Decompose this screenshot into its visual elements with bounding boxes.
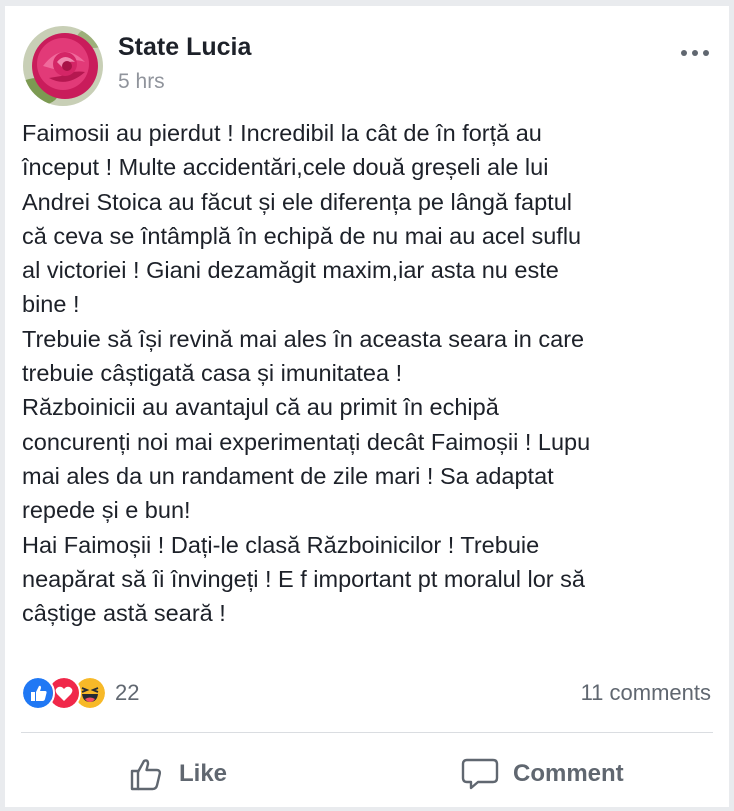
post-text-line: mai ales da un randament de zile mari ! … <box>22 462 554 489</box>
comment-icon <box>461 758 499 790</box>
dot <box>703 50 709 56</box>
post-text: Faimosii au pierdut ! Incredibil la cât … <box>22 116 722 630</box>
like-button[interactable]: Like <box>129 746 227 802</box>
post-text-line: al victoriei ! Giani dezamăgit maxim,iar… <box>22 257 559 284</box>
dot <box>692 50 698 56</box>
post-text-line: Faimosii au pierdut ! Incredibil la cât … <box>22 120 542 146</box>
comment-button-label: Comment <box>513 760 624 787</box>
post-text-line: repede și e bun! <box>22 497 191 524</box>
divider <box>21 732 713 733</box>
like-icon <box>21 676 55 710</box>
post-text-line: câștige astă seară ! <box>22 600 226 627</box>
post-text-line: concurenți noi mai experimentați decât F… <box>22 428 591 455</box>
reactions-summary[interactable]: 22 <box>21 676 139 710</box>
post-card: State Lucia 5 hrs Faimosii au pierdut ! … <box>5 6 729 807</box>
post-timestamp[interactable]: 5 hrs <box>118 70 165 94</box>
more-options-icon[interactable] <box>681 46 715 60</box>
rose-avatar-image <box>23 26 103 106</box>
reaction-count: 22 <box>115 680 140 705</box>
post-text-line: trebuie câștigată casa și imunitatea ! <box>22 360 403 387</box>
thumbs-up-icon <box>130 759 162 791</box>
post-text-line: bine ! <box>22 291 80 318</box>
post-text-line: neapărat să îi învingeți ! E f important… <box>22 565 585 592</box>
post-text-line: început ! Multe accidentări,cele două gr… <box>22 154 549 181</box>
post-text-line: Andrei Stoica au făcut și ele diferența … <box>22 188 573 215</box>
comments-count-link[interactable]: 11 comments <box>581 680 711 706</box>
like-button-label: Like <box>179 760 228 787</box>
comment-button[interactable]: Comment <box>461 746 624 802</box>
post-text-line: Hai Faimoșii ! Dați-le clasă Războinicil… <box>22 531 540 558</box>
avatar[interactable] <box>23 26 103 106</box>
post-text-line: Războinicii au avantajul că au primit în… <box>22 394 499 421</box>
dot <box>681 50 687 56</box>
post-text-line: că ceva se întâmplă în echipă de nu mai … <box>22 222 582 249</box>
author-name[interactable]: State Lucia <box>118 33 251 62</box>
post-text-line: Trebuie să își revină mai ales în aceast… <box>22 325 585 352</box>
